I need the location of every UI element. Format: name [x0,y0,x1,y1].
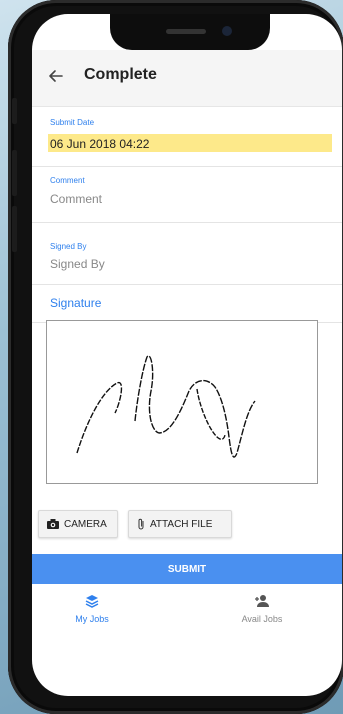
phone-frame: Complete Submit Date 06 Jun 2018 04:22 C… [8,0,343,714]
tab-my-jobs[interactable]: My Jobs [32,594,152,624]
attach-file-label: ATTACH FILE [150,518,213,530]
front-camera [222,26,232,36]
back-arrow-icon[interactable] [46,67,64,85]
submit-date-field[interactable]: Submit Date 06 Jun 2018 04:22 [32,106,342,167]
signature-stroke [76,355,256,458]
camera-button[interactable]: CAMERA [38,510,118,538]
mute-switch [12,98,17,124]
layers-icon [85,595,99,608]
volume-up-button [12,150,17,196]
app-screen: Complete Submit Date 06 Jun 2018 04:22 C… [32,14,342,696]
comment-input[interactable]: Comment [50,192,102,206]
volume-down-button [12,206,17,252]
add-person-icon [255,595,269,607]
speaker-grill [166,29,206,34]
tab-avail-jobs-label: Avail Jobs [241,614,283,624]
camera-icon [47,519,59,529]
signed-by-field[interactable]: Signed By Signed By [32,222,342,285]
submit-button[interactable]: SUBMIT [32,554,342,584]
submit-label: SUBMIT [167,563,207,575]
page-title: Complete [84,66,157,83]
bottom-tab-bar: My Jobs Avail Jobs [32,586,342,642]
notch [110,14,270,50]
paperclip-icon [138,518,144,530]
tab-my-jobs-label: My Jobs [75,614,109,624]
signed-by-label: Signed By [50,242,87,251]
comment-label: Comment [50,176,85,185]
app-bar: Complete [32,50,342,107]
signature-label: Signature [50,296,102,310]
signature-pad[interactable] [46,320,318,484]
comment-field[interactable]: Comment Comment [32,166,342,223]
tab-avail-jobs[interactable]: Avail Jobs [202,594,322,624]
submit-date-value: 06 Jun 2018 04:22 [50,137,150,151]
submit-date-label: Submit Date [50,118,95,127]
camera-label: CAMERA [64,518,107,530]
signed-by-input[interactable]: Signed By [50,257,105,271]
attach-file-button[interactable]: ATTACH FILE [128,510,232,538]
